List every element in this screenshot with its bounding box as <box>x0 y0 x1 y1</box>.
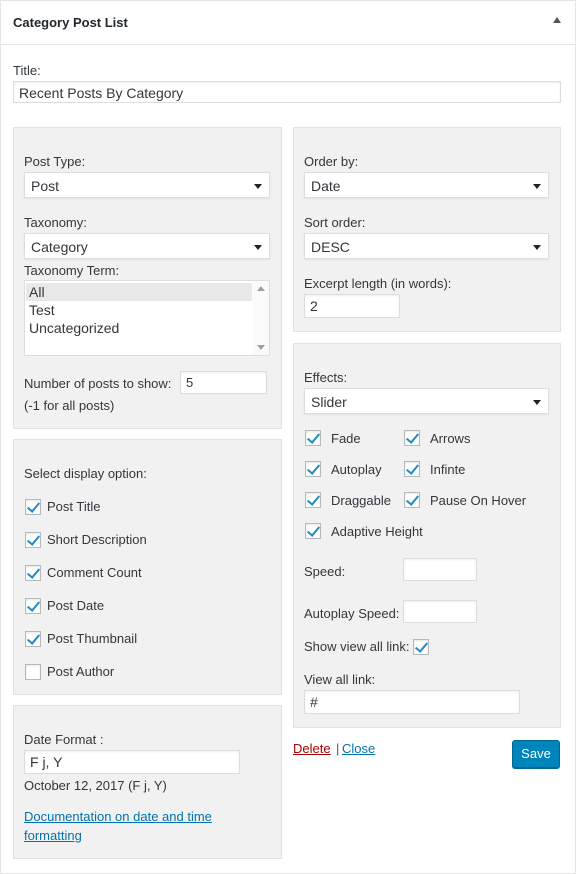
autoplay-speed-label: Autoplay Speed: <box>304 606 400 621</box>
taxonomy-value: Category <box>31 239 88 255</box>
taxonomy-term-option[interactable]: Test <box>26 301 269 319</box>
pause-on-hover-checkbox[interactable] <box>404 492 420 508</box>
chevron-down-icon <box>533 245 541 250</box>
sort-order-value: DESC <box>311 239 350 255</box>
title-input[interactable]: Recent Posts By Category <box>13 81 561 103</box>
comment-count-checkbox[interactable] <box>25 565 41 581</box>
show-view-all-checkbox[interactable] <box>413 639 429 655</box>
short-description-label: Short Description <box>47 532 147 547</box>
action-separator: | <box>336 741 340 756</box>
taxonomy-term-listbox[interactable]: All Test Uncategorized <box>24 280 270 356</box>
short-description-checkbox[interactable] <box>25 532 41 548</box>
adaptive-height-checkbox[interactable] <box>305 523 321 539</box>
post-author-checkbox[interactable] <box>25 664 41 680</box>
draggable-label: Draggable <box>331 493 391 508</box>
post-title-label: Post Title <box>47 499 101 514</box>
post-thumbnail-label: Post Thumbnail <box>47 631 138 646</box>
order-by-select[interactable]: Date <box>304 172 549 198</box>
num-posts-label: Number of posts to show: <box>24 376 172 391</box>
post-author-label: Post Author <box>47 664 115 679</box>
speed-input[interactable] <box>403 558 477 581</box>
sort-order-label: Sort order: <box>304 215 366 230</box>
close-link[interactable]: Close <box>342 741 375 756</box>
widget-title: Category Post List <box>13 15 128 30</box>
comment-count-label: Comment Count <box>47 565 142 580</box>
widget: Category Post List Title: Recent Posts B… <box>0 0 576 874</box>
post-type-value: Post <box>31 178 60 194</box>
taxonomy-select[interactable]: Category <box>24 233 270 259</box>
effects-value: Slider <box>311 394 347 410</box>
widget-header[interactable]: Category Post List <box>1 1 575 45</box>
excerpt-input[interactable]: 2 <box>304 294 400 318</box>
date-format-input[interactable]: F j, Y <box>24 750 240 774</box>
chevron-down-icon <box>254 245 262 250</box>
speed-label: Speed: <box>304 564 346 579</box>
taxonomy-label: Taxonomy: <box>24 215 87 230</box>
view-all-link-input[interactable]: # <box>304 690 520 714</box>
post-type-label: Post Type: <box>24 154 86 169</box>
title-label: Title: <box>13 63 41 78</box>
taxonomy-term-option[interactable]: All <box>26 283 252 301</box>
post-title-checkbox[interactable] <box>25 499 41 515</box>
effects-select[interactable]: Slider <box>304 388 549 414</box>
infinite-checkbox[interactable] <box>404 461 420 477</box>
arrows-checkbox[interactable] <box>404 430 420 446</box>
effects-label: Effects: <box>304 370 348 385</box>
arrows-label: Arrows <box>430 431 471 446</box>
post-date-checkbox[interactable] <box>25 598 41 614</box>
collapse-arrow-icon[interactable] <box>553 17 561 23</box>
date-format-label: Date Format : <box>24 732 104 747</box>
autoplay-speed-input[interactable] <box>403 600 477 623</box>
scroll-down-icon[interactable] <box>257 345 265 350</box>
view-all-link-label: View all link: <box>304 672 376 687</box>
fade-checkbox[interactable] <box>305 430 321 446</box>
date-doc-link-cont[interactable]: formatting <box>24 828 82 843</box>
order-by-value: Date <box>311 178 341 194</box>
autoplay-label: Autoplay <box>331 462 382 477</box>
adaptive-height-label: Adaptive Height <box>331 524 423 539</box>
excerpt-label: Excerpt length (in words): <box>304 276 452 291</box>
num-posts-input[interactable]: 5 <box>180 371 267 394</box>
post-type-select[interactable]: Post <box>24 172 270 198</box>
infinite-label: Infinte <box>430 462 466 477</box>
date-doc-link[interactable]: Documentation on date and time <box>24 809 212 824</box>
delete-link[interactable]: Delete <box>293 741 331 756</box>
draggable-checkbox[interactable] <box>305 492 321 508</box>
display-heading: Select display option: <box>24 466 147 481</box>
save-button[interactable]: Save <box>512 740 560 768</box>
sort-order-select[interactable]: DESC <box>304 233 549 259</box>
chevron-down-icon <box>533 184 541 189</box>
post-date-label: Post Date <box>47 598 105 613</box>
post-thumbnail-checkbox[interactable] <box>25 631 41 647</box>
num-posts-hint: (-1 for all posts) <box>24 398 115 413</box>
scroll-up-icon[interactable] <box>257 286 265 291</box>
date-preview: October 12, 2017 (F j, Y) <box>24 778 167 793</box>
fade-label: Fade <box>331 431 361 446</box>
taxonomy-term-label: Taxonomy Term: <box>24 263 120 278</box>
show-view-all-label: Show view all link: <box>304 639 410 654</box>
taxonomy-term-option[interactable]: Uncategorized <box>26 319 269 337</box>
listbox-scrollbar[interactable] <box>253 281 269 355</box>
chevron-down-icon <box>254 184 262 189</box>
autoplay-checkbox[interactable] <box>305 461 321 477</box>
pause-on-hover-label: Pause On Hover <box>430 493 527 508</box>
chevron-down-icon <box>533 400 541 405</box>
order-by-label: Order by: <box>304 154 359 169</box>
